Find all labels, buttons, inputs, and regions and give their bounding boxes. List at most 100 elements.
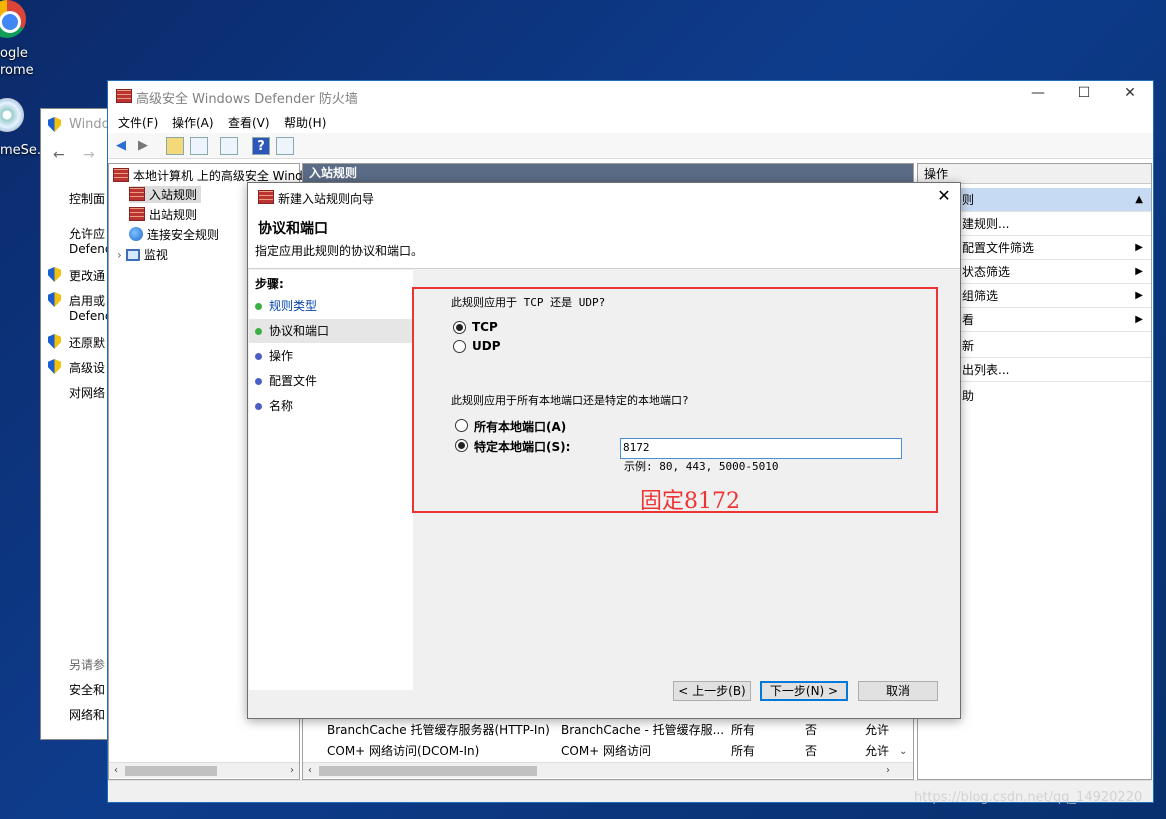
tree-item-label: 连接安全规则	[147, 228, 220, 242]
step-dot-icon	[255, 403, 262, 410]
all-ports-radio[interactable]	[455, 419, 468, 432]
submenu-arrow-icon: ▶	[1135, 242, 1143, 253]
scroll-thumb[interactable]	[125, 766, 217, 776]
local-port-input[interactable]: 8172	[620, 438, 902, 459]
back-link[interactable]: 允许应	[69, 225, 105, 242]
title-bar[interactable]: 高级安全 Windows Defender 防火墙 — ☐ ✕	[108, 81, 1153, 111]
connection-security-icon	[129, 227, 143, 241]
rule-profile: 所有	[731, 744, 756, 758]
disc-icon	[0, 98, 24, 132]
menu-action[interactable]: 操作(A)	[172, 114, 214, 131]
back-button[interactable]: < 上一步(B)	[673, 681, 751, 701]
menu-view[interactable]: 查看(V)	[228, 114, 270, 131]
menu-help[interactable]: 帮助(H)	[284, 114, 326, 131]
see-also-label: 另请参	[69, 658, 106, 672]
rule-action: 允许	[865, 723, 890, 737]
back-link[interactable]: 网络和	[69, 706, 105, 723]
close-icon[interactable]: ✕	[934, 186, 954, 206]
udp-label[interactable]: UDP	[472, 339, 501, 353]
scroll-down-icon[interactable]: ⌄	[899, 746, 907, 757]
step-label: 配置文件	[269, 374, 318, 388]
collapse-arrow-icon[interactable]: ▲	[1135, 188, 1143, 212]
help-icon[interactable]: ?	[252, 137, 270, 155]
annotation-text: 固定8172	[640, 489, 740, 514]
udp-radio[interactable]	[453, 340, 466, 353]
forward-arrow-icon[interactable]: →	[83, 147, 95, 163]
new-inbound-rule-wizard[interactable]: 新建入站规则向导 ✕ 协议和端口 指定应用此规则的协议和端口。 步骤: 规则类型…	[247, 182, 961, 719]
scroll-left-icon[interactable]: ‹	[303, 763, 317, 779]
back-link[interactable]: 还原默	[69, 334, 105, 351]
submenu-arrow-icon: ▶	[1135, 266, 1143, 277]
back-link[interactable]: 控制面	[69, 190, 105, 207]
rule-profile: 所有	[731, 723, 756, 737]
back-link[interactable]: Defenc	[69, 242, 111, 256]
action-label: 看	[962, 313, 975, 327]
close-button[interactable]: ✕	[1107, 85, 1153, 107]
console-tree-icon[interactable]	[190, 137, 208, 155]
next-button[interactable]: 下一步(N) >	[760, 681, 848, 701]
forward-arrow-icon[interactable]: ▶	[134, 137, 152, 155]
maximize-button[interactable]: ☐	[1061, 85, 1107, 107]
step-label: 名称	[269, 399, 294, 413]
step-rule-type[interactable]: 规则类型	[249, 294, 413, 318]
tcp-radio[interactable]	[453, 321, 466, 334]
rule-enabled: 否	[805, 723, 818, 737]
tree-item-outbound[interactable]: 出站规则	[129, 206, 197, 223]
watermark: https://blog.csdn.net/qq_14920220	[914, 790, 1143, 805]
step-profile: 配置文件	[249, 369, 413, 393]
submenu-arrow-icon: ▶	[1135, 290, 1143, 301]
rule-group: BranchCache - 托管缓存服...	[561, 723, 725, 737]
scroll-right-icon[interactable]: ›	[881, 763, 895, 779]
menu-file[interactable]: 文件(F)	[118, 114, 158, 131]
shield-icon	[48, 292, 61, 307]
protocol-question: 此规则应用于 TCP 还是 UDP?	[451, 296, 606, 309]
page-title: 协议和端口	[258, 221, 328, 237]
back-arrow-icon[interactable]: ←	[53, 147, 65, 163]
all-ports-label[interactable]: 所有本地端口(A)	[474, 418, 566, 435]
action-label: 新	[962, 339, 975, 353]
firewall-icon	[113, 168, 129, 182]
step-label: 规则类型	[269, 299, 318, 313]
desktop-app-icon[interactable]: meSe...	[0, 0, 49, 160]
scroll-left-icon[interactable]: ‹	[109, 763, 123, 779]
back-link[interactable]: 更改通	[69, 267, 105, 284]
cancel-button[interactable]: 取消	[858, 681, 938, 701]
tree-horizontal-scrollbar[interactable]: ‹ ›	[109, 762, 299, 778]
steps-pane: 步骤: 规则类型 协议和端口 操作 配置文件 名称	[249, 270, 413, 690]
rule-group: COM+ 网络访问	[561, 744, 652, 758]
table-row[interactable]: BranchCache 托管缓存服务器(HTTP-In) BranchCache…	[303, 719, 913, 739]
export-icon[interactable]	[220, 137, 238, 155]
specific-ports-label[interactable]: 特定本地端口(S):	[474, 438, 570, 455]
properties-icon[interactable]	[276, 137, 294, 155]
up-folder-icon[interactable]	[166, 137, 184, 155]
back-link[interactable]: 安全和	[69, 681, 105, 698]
action-label: 助	[962, 389, 975, 403]
scroll-right-icon[interactable]: ›	[285, 763, 299, 779]
tcp-label[interactable]: TCP	[472, 320, 498, 334]
back-link[interactable]: 启用或	[69, 292, 105, 309]
back-link[interactable]: 高级设	[69, 359, 105, 376]
back-link[interactable]: 对网络	[69, 384, 105, 401]
specific-ports-radio[interactable]	[455, 439, 468, 452]
tree-item-label: 出站规则	[149, 208, 198, 222]
toolbar: ◀ ▶ ?	[108, 133, 1153, 159]
shield-icon	[48, 334, 61, 349]
list-horizontal-scrollbar[interactable]: ‹ ›	[303, 762, 913, 778]
back-arrow-icon[interactable]: ◀	[112, 137, 130, 155]
scroll-thumb[interactable]	[319, 766, 537, 776]
outbound-rules-icon	[129, 207, 145, 221]
minimize-button[interactable]: —	[1015, 85, 1061, 107]
expand-chevron-icon[interactable]: ›	[117, 248, 122, 262]
tree-item-monitor[interactable]: › 监视	[117, 246, 168, 263]
action-label: 状态筛选	[962, 265, 1011, 279]
table-row[interactable]: COM+ 网络访问(DCOM-In) COM+ 网络访问 所有 否 允许	[303, 740, 913, 760]
action-label: 配置文件筛选	[962, 241, 1035, 255]
action-label: 则	[962, 193, 975, 207]
tree-item-inbound[interactable]: 入站规则	[129, 186, 202, 203]
back-link[interactable]: Defenc	[69, 309, 111, 323]
step-dot-icon	[255, 303, 262, 310]
action-label: 组筛选	[962, 289, 999, 303]
wizard-title-bar[interactable]: 新建入站规则向导 ✕	[248, 183, 960, 211]
tree-item-connection-security[interactable]: 连接安全规则	[129, 226, 219, 243]
step-name: 名称	[249, 394, 413, 418]
